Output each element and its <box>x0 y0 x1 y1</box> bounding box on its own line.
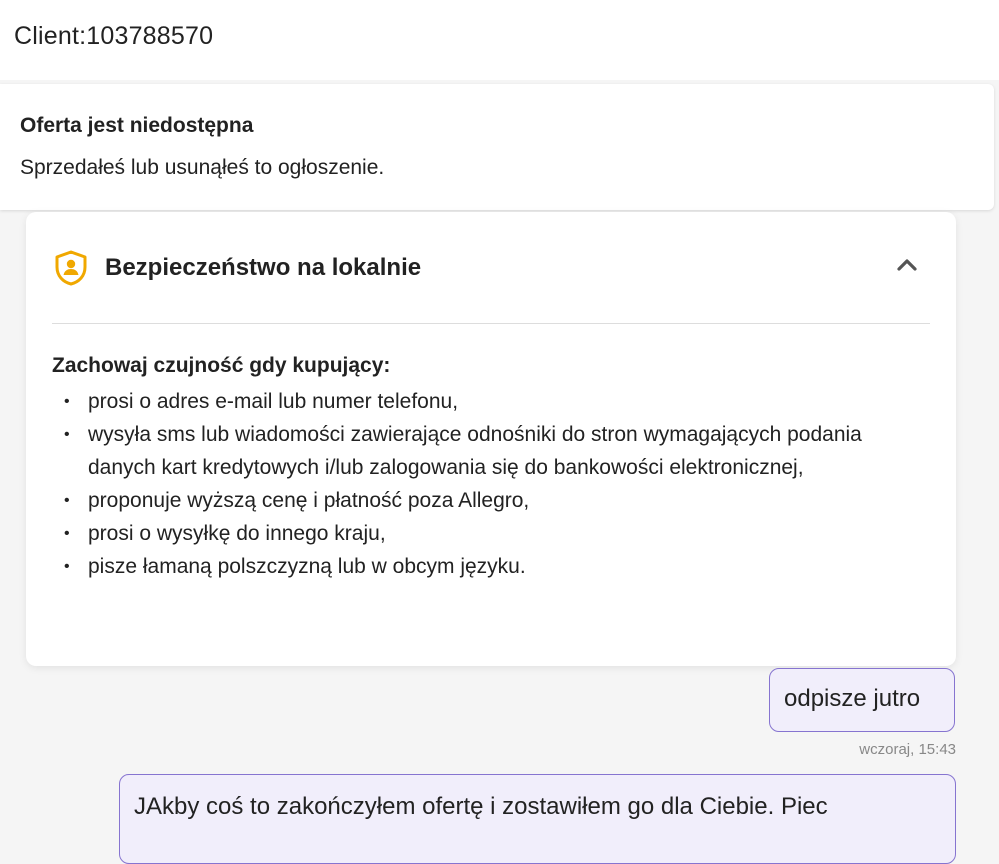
message-text: odpisze jutro <box>784 685 921 712</box>
list-item: wysyła sms lub wiadomości zawierające od… <box>52 418 912 484</box>
offer-unavailable-banner: Oferta jest niedostępna Sprzedałeś lub u… <box>0 84 994 210</box>
list-item: pisze łamaną polszczyzną lub w obcym jęz… <box>52 550 912 583</box>
client-title: Client:103788570 <box>14 22 214 50</box>
list-item: prosi o adres e-mail lub numer telefonu, <box>52 385 912 418</box>
message-bubble[interactable]: odpisze jutro <box>769 668 955 732</box>
shield-user-icon <box>55 250 87 286</box>
chevron-up-icon[interactable] <box>896 256 918 272</box>
warning-list: prosi o adres e-mail lub numer telefonu,… <box>52 385 912 583</box>
warning-heading: Zachowaj czujność gdy kupujący: <box>52 354 391 377</box>
safety-card: Bezpieczeństwo na lokalnie Zachowaj czuj… <box>26 212 956 666</box>
offer-status-title: Oferta jest niedostępna <box>20 114 254 137</box>
message-bubble[interactable]: JAkby coś to zakończyłem ofertę i zostaw… <box>119 774 956 864</box>
safety-title: Bezpieczeństwo na lokalnie <box>105 254 422 281</box>
offer-status-subtitle: Sprzedałeś lub usunąłeś to ogłoszenie. <box>20 156 385 179</box>
list-item: prosi o wysyłkę do innego kraju, <box>52 517 912 550</box>
message-text: JAkby coś to zakończyłem ofertę i zostaw… <box>134 793 828 820</box>
top-bar: Client:103788570 <box>0 0 999 80</box>
list-item: proponuje wyższą cenę i płatność poza Al… <box>52 484 912 517</box>
message-timestamp: wczoraj, 15:43 <box>859 741 956 758</box>
safety-card-header[interactable]: Bezpieczeństwo na lokalnie <box>26 212 956 324</box>
divider <box>52 323 930 324</box>
